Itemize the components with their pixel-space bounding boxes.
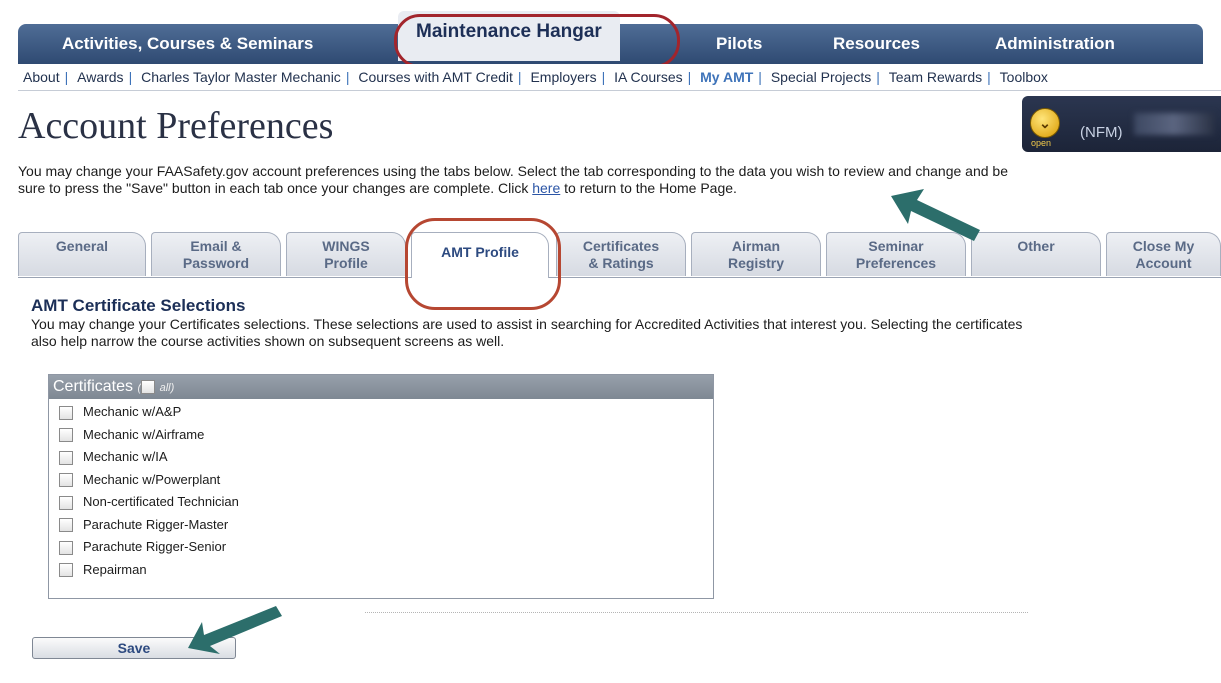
certificate-checkbox[interactable] [59, 450, 73, 465]
sub-nav-separator: | [601, 69, 606, 85]
certificate-row: Mechanic w/Airframe [49, 424, 713, 447]
sub-nav-separator: | [987, 69, 991, 85]
annotation-circle-amt-profile [405, 218, 561, 310]
tab-label: Airman [731, 238, 781, 254]
sub-nav-separator: | [128, 69, 133, 85]
page-title: Account Preferences [18, 105, 334, 147]
certificate-row: Repairman [49, 559, 713, 582]
sub-nav-separator: | [687, 69, 692, 85]
certificates-panel: Certificates ( all) Mechanic w/A&P Mecha… [48, 374, 714, 599]
top-nav-activities[interactable]: Activities, Courses & Seminars [62, 34, 313, 54]
sub-nav-team-rewards[interactable]: Team Rewards [884, 64, 987, 90]
certificate-label: Non-certificated Technician [83, 494, 239, 509]
select-all-close-paren: ) [170, 382, 175, 394]
certificate-label: Mechanic w/IA [83, 449, 168, 464]
tab-email-password[interactable]: Email & Password [151, 232, 281, 276]
annotation-circle-hangar [394, 14, 680, 68]
tab-certificates-ratings[interactable]: Certificates & Ratings [556, 232, 686, 276]
sub-nav: About | Awards | Charles Taylor Master Mec… [18, 64, 1221, 91]
open-label: open [1031, 138, 1052, 148]
tab-other[interactable]: Other [971, 232, 1101, 276]
certificate-checkbox[interactable] [59, 540, 73, 555]
sub-nav-special-projects[interactable]: Special Projects [766, 64, 876, 90]
tab-wings-profile[interactable]: WINGS Profile [286, 232, 406, 276]
sub-nav-about[interactable]: About [18, 64, 65, 90]
top-nav-resources[interactable]: Resources [833, 34, 920, 54]
certificate-label: Mechanic w/Powerplant [83, 471, 221, 487]
intro-text-before: You may change your FAASafety.gov accoun… [18, 163, 1008, 196]
tab-label: Email & [190, 238, 242, 254]
annotation-arrow-icon [188, 606, 282, 654]
sub-nav-separator: | [517, 69, 522, 85]
sub-nav-my-amt[interactable]: My AMT [695, 64, 758, 90]
tab-label-line2: Account [1135, 255, 1192, 271]
sub-nav-employers[interactable]: Employers [525, 64, 601, 90]
intro-text-after: to return to the Home Page. [564, 180, 737, 196]
certificate-checkbox[interactable] [59, 428, 73, 443]
certificate-row: Non-certificated Technician [49, 491, 713, 514]
certificate-checkbox[interactable] [59, 495, 73, 510]
certificate-label: Repairman [83, 561, 147, 577]
preferences-tabs: General Email & Password WINGS Profile A… [18, 232, 1221, 278]
tab-label-line2: & Ratings [588, 255, 654, 271]
sub-nav-separator: | [345, 69, 350, 85]
tab-label: WINGS [322, 238, 370, 254]
certificate-checkbox[interactable] [59, 563, 73, 578]
tab-label: Close My [1132, 238, 1195, 254]
certificates-header-label: Certificates [53, 378, 134, 395]
tab-airman-registry[interactable]: Airman Registry [691, 232, 821, 276]
sub-nav-charles-taylor[interactable]: Charles Taylor Master Mechanic [136, 64, 346, 90]
certificate-checkbox[interactable] [59, 518, 73, 533]
certificate-row: Parachute Rigger-Senior [49, 536, 713, 559]
certificates-list: Mechanic w/A&P Mechanic w/Airframe Mecha… [49, 399, 713, 581]
annotation-arrow-icon [891, 189, 980, 241]
sub-nav-ia-courses[interactable]: IA Courses [609, 64, 687, 90]
tab-general[interactable]: General [18, 232, 146, 276]
intro-text: You may change your FAASafety.gov accoun… [18, 163, 1013, 197]
user-name: (NFM) [1080, 124, 1123, 141]
page: Activities, Courses & Seminars Maintenan… [0, 0, 1221, 683]
tab-label: Certificates [582, 238, 660, 254]
tab-close-account[interactable]: Close My Account [1106, 232, 1221, 276]
certificate-row: Mechanic w/IA [49, 446, 713, 469]
sub-nav-toolbox[interactable]: Toolbox [995, 64, 1053, 90]
tab-label: Other [1017, 238, 1055, 254]
section-description-line1: You may change your Certificates selecti… [31, 316, 1023, 332]
certificate-label: Parachute Rigger-Senior [83, 539, 227, 554]
certificate-checkbox[interactable] [59, 473, 73, 488]
sub-nav-separator: | [758, 69, 762, 85]
section-description: You may change your Certificates selecti… [31, 316, 1221, 350]
certificate-checkbox[interactable] [59, 405, 73, 420]
certificate-label: Mechanic w/A&P [83, 404, 182, 419]
tab-label-line2: Profile [324, 255, 368, 271]
certificate-row: Parachute Rigger-Master [49, 514, 713, 537]
tab-label-line2: Preferences [855, 255, 937, 271]
divider [365, 612, 1028, 613]
certificate-label: Mechanic w/Airframe [83, 426, 205, 442]
chevron-down-icon[interactable]: ⌄ [1030, 108, 1060, 138]
tab-label-line2: Registry [727, 255, 785, 271]
tab-label-line2: Password [182, 255, 250, 271]
select-all-label: all [159, 382, 171, 394]
sub-nav-separator: | [64, 69, 69, 85]
select-all-checkbox[interactable] [141, 379, 156, 394]
tab-label: General [55, 238, 109, 254]
sub-nav-courses-amt-credit[interactable]: Courses with AMT Credit [353, 64, 518, 90]
top-nav-pilots[interactable]: Pilots [716, 34, 762, 54]
certificates-header: Certificates ( all) [49, 375, 713, 399]
top-nav-administration[interactable]: Administration [995, 34, 1115, 54]
certificate-label: Parachute Rigger-Master [83, 516, 229, 532]
section-description-line2: also help narrow the course activities s… [31, 333, 505, 349]
user-box[interactable]: ⌄ open (NFM) [1022, 96, 1221, 152]
certificate-row: Mechanic w/Powerplant [49, 469, 713, 492]
section-heading: AMT Certificate Selections [31, 296, 246, 315]
certificate-row: Mechanic w/A&P [49, 401, 713, 424]
home-page-link[interactable]: here [532, 180, 560, 196]
sub-nav-awards[interactable]: Awards [72, 64, 128, 90]
redacted-name-block [1134, 113, 1214, 135]
sub-nav-separator: | [876, 69, 880, 85]
